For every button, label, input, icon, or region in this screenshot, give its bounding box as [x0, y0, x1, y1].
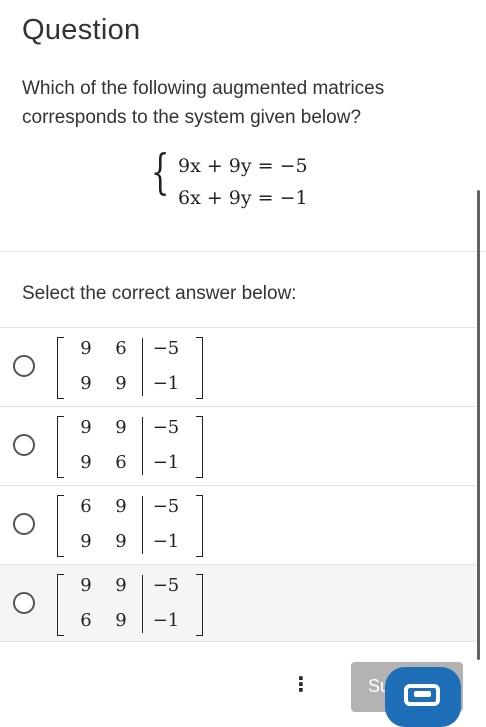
matrix-bracket-left [57, 495, 64, 557]
matrix-bracket-right [196, 574, 203, 636]
matrix-cell: 9 [115, 531, 127, 552]
matrix-bar [142, 338, 143, 396]
chat-button[interactable] [385, 667, 461, 727]
matrix-cell: 9 [80, 373, 92, 394]
matrix-cell: 6 [115, 452, 127, 473]
matrix-bracket-right [196, 337, 203, 399]
equation-2: 6x + 9y = −1 [178, 187, 308, 209]
matrix-cell: 9 [115, 417, 127, 438]
matrix-cell: −5 [152, 496, 180, 517]
answer-option-2[interactable]: 9 9 −5 9 6 −1 [0, 406, 476, 484]
matrix-bar [142, 496, 143, 554]
matrix-cell: 6 [80, 496, 92, 517]
matrix-cell: 6 [115, 338, 127, 359]
matrix-bracket-right [196, 495, 203, 557]
matrix-cell: 9 [80, 531, 92, 552]
matrix-cell: 9 [80, 417, 92, 438]
brace: { [151, 144, 170, 200]
matrix-cell: −1 [152, 373, 180, 394]
matrix-cell: 6 [80, 610, 92, 631]
question-prompt: Which of the following augmented matrice… [22, 78, 385, 128]
matrix: 9 6 −5 9 9 −1 [52, 335, 212, 401]
radio-icon[interactable] [13, 355, 35, 377]
section-divider [0, 251, 486, 252]
matrix-cell: −1 [152, 452, 180, 473]
answer-option-4[interactable]: 9 9 −5 6 9 −1 [0, 564, 476, 642]
matrix-bar [142, 417, 143, 475]
answer-option-3[interactable]: 6 9 −5 9 9 −1 [0, 485, 476, 563]
matrix: 9 9 −5 9 6 −1 [52, 414, 212, 480]
matrix-cell: 9 [115, 575, 127, 596]
matrix-cell: −5 [152, 338, 180, 359]
radio-icon[interactable] [13, 513, 35, 535]
matrix: 9 9 −5 6 9 −1 [52, 572, 212, 638]
matrix-cell: 9 [115, 496, 127, 517]
matrix-cell: −5 [152, 575, 180, 596]
radio-icon[interactable] [13, 434, 35, 456]
equation-1: 9x + 9y = −5 [178, 155, 308, 177]
more-vertical-icon[interactable]: ⋮ [289, 672, 313, 696]
matrix-bracket-left [57, 574, 64, 636]
matrix-cell: 9 [80, 452, 92, 473]
matrix-bar [142, 575, 143, 633]
equation-system: { 9x + 9y = −5 6x + 9y = −1 [151, 144, 351, 212]
matrix: 6 9 −5 9 9 −1 [52, 493, 212, 559]
answer-option-1[interactable]: 9 6 −5 9 9 −1 [0, 327, 476, 405]
page-title: Question [22, 14, 141, 46]
scroll-indicator[interactable] [477, 190, 480, 660]
matrix-bracket-left [57, 416, 64, 478]
matrix-bracket-right [196, 416, 203, 478]
matrix-cell: 9 [80, 575, 92, 596]
matrix-cell: 9 [115, 610, 127, 631]
matrix-cell: −1 [152, 531, 180, 552]
matrix-cell: 9 [80, 338, 92, 359]
instruction-text: Select the correct answer below: [22, 283, 297, 304]
radio-icon[interactable] [13, 592, 35, 614]
matrix-cell: −5 [152, 417, 180, 438]
chat-icon [404, 684, 440, 706]
matrix-bracket-left [57, 337, 64, 399]
matrix-cell: −1 [152, 610, 180, 631]
matrix-cell: 9 [115, 373, 127, 394]
